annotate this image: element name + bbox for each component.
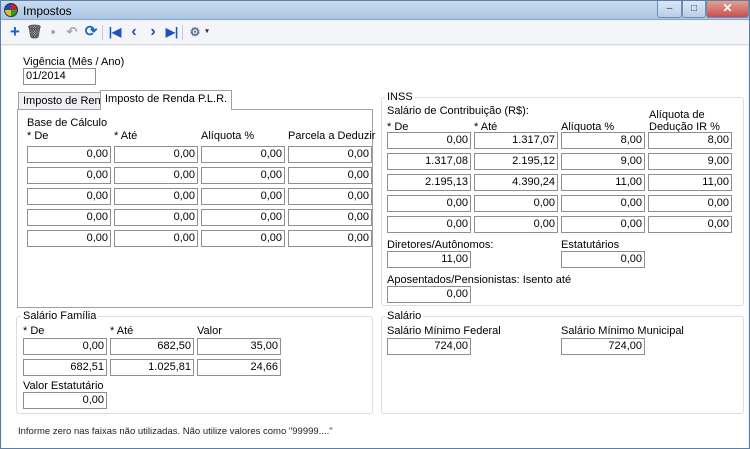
vigencia-label: Vigência (Mês / Ano)	[23, 56, 125, 68]
grid-cell-input[interactable]: 8,00	[648, 132, 732, 149]
inss-col-aliquota-de: Alíquota de	[649, 109, 705, 121]
previous-icon[interactable]: ‹	[126, 24, 142, 40]
title-bar[interactable]: Impostos ‒ □ ✕	[1, 1, 749, 20]
grid-cell-input[interactable]: 0,00	[288, 146, 372, 163]
diretores-input[interactable]: 11,00	[387, 251, 471, 268]
grid-cell-input[interactable]: 0,00	[201, 209, 285, 226]
sf-col-valor: Valor	[197, 325, 222, 337]
grid-cell-input[interactable]: 682,51	[23, 359, 107, 376]
grid-cell-input[interactable]: 9,00	[561, 153, 645, 170]
grid-cell-input[interactable]: 0,00	[23, 338, 107, 355]
grid-cell-input[interactable]: 0,00	[474, 195, 558, 212]
minimize-button[interactable]: ‒	[657, 1, 682, 18]
toolbar-separator	[182, 25, 183, 40]
grid-cell-input[interactable]: 0,00	[27, 209, 111, 226]
grid-cell-input[interactable]: 0,00	[114, 209, 198, 226]
grid-cell-input[interactable]: 2.195,13	[387, 174, 471, 191]
estatutarios-input[interactable]: 0,00	[561, 251, 645, 268]
inss-title: INSS	[385, 91, 415, 103]
grid-cell-input[interactable]: 0,00	[288, 167, 372, 184]
grid-cell-input[interactable]: 0,00	[201, 146, 285, 163]
toolbar-separator	[102, 25, 103, 40]
grid-cell-input[interactable]: 0,00	[27, 188, 111, 205]
grid-cell-input[interactable]: 8,00	[561, 132, 645, 149]
app-icon	[4, 3, 18, 17]
last-record-icon[interactable]: ▶|	[164, 24, 180, 40]
next-icon[interactable]: ›	[145, 24, 161, 40]
valor-estatutario-input[interactable]: 0,00	[23, 392, 107, 409]
grid-cell-input[interactable]: 0,00	[27, 167, 111, 184]
close-button[interactable]: ✕	[706, 1, 749, 18]
grid-cell-input[interactable]: 0,00	[387, 132, 471, 149]
impostos-window: Impostos ‒ □ ✕ + 🗑 ▪ ↶ ⟳ |◀ ‹ › ▶| ⚙ ▾ V…	[0, 0, 750, 449]
grid-cell-input[interactable]: 0,00	[288, 230, 372, 247]
save-icon[interactable]: ▪	[45, 24, 61, 40]
col-header-parcela: Parcela a Deduzir	[288, 130, 376, 142]
tab-panel: Base de Cálculo * De * Até Alíquota % Pa…	[17, 109, 376, 308]
grid-cell-input[interactable]: 0,00	[114, 188, 198, 205]
aposentados-label: Aposentados/Pensionistas: Isento até	[387, 274, 572, 286]
grid-cell-input[interactable]: 0,00	[114, 230, 198, 247]
grid-cell-input[interactable]: 0,00	[201, 167, 285, 184]
grid-cell-input[interactable]: 0,00	[114, 146, 198, 163]
grid-cell-input[interactable]: 2.195,12	[474, 153, 558, 170]
col-header-de: * De	[27, 130, 49, 142]
grid-cell-input[interactable]: 11,00	[561, 174, 645, 191]
trash-icon[interactable]: 🗑	[26, 24, 43, 40]
grid-cell-input[interactable]: 0,00	[27, 230, 111, 247]
add-icon[interactable]: +	[7, 23, 23, 40]
salario-federal-input[interactable]: 724,00	[387, 338, 471, 355]
salario-municipal-input[interactable]: 724,00	[561, 338, 645, 355]
grid-cell-input[interactable]: 0,00	[648, 216, 732, 233]
grid-cell-input[interactable]: 1.317,08	[387, 153, 471, 170]
grid-cell-input[interactable]: 0,00	[201, 188, 285, 205]
vigencia-input[interactable]: 01/2014	[23, 68, 96, 85]
sf-col-ate: * Até	[110, 325, 134, 337]
grid-cell-input[interactable]: 0,00	[288, 209, 372, 226]
grid-cell-input[interactable]: 0,00	[648, 195, 732, 212]
grid-cell-input[interactable]: 0,00	[561, 195, 645, 212]
estatutarios-label: Estatutários	[561, 239, 620, 251]
grid-cell-input[interactable]: 0,00	[201, 230, 285, 247]
salario-municipal-label: Salário Mínimo Municipal	[561, 325, 684, 337]
grid-cell-input[interactable]: 0,00	[114, 167, 198, 184]
salario-familia-title: Salário Família	[21, 310, 99, 322]
grid-cell-input[interactable]: 1.025,81	[110, 359, 194, 376]
footer-note: Informe zero nas faixas não utilizadas. …	[18, 426, 333, 437]
tab-imposto-de-renda-plr[interactable]: Imposto de Renda P.L.R.	[100, 90, 233, 110]
first-record-icon[interactable]: |◀	[107, 24, 123, 40]
chevron-down-icon[interactable]: ▾	[203, 24, 211, 40]
toolbar: + 🗑 ▪ ↶ ⟳ |◀ ‹ › ▶| ⚙ ▾	[1, 21, 749, 45]
tools-icon[interactable]: ⚙	[187, 24, 203, 40]
grid-cell-input[interactable]: 24,66	[197, 359, 281, 376]
grid-cell-input[interactable]: 0,00	[474, 216, 558, 233]
grid-cell-input[interactable]: 35,00	[197, 338, 281, 355]
grid-cell-input[interactable]: 682,50	[110, 338, 194, 355]
diretores-label: Diretores/Autônomos:	[387, 239, 494, 251]
inss-subtitle: Salário de Contribuição (R$):	[387, 105, 529, 117]
grid-cell-input[interactable]: 11,00	[648, 174, 732, 191]
grid-cell-input[interactable]: 1.317,07	[474, 132, 558, 149]
grid-cell-input[interactable]: 0,00	[288, 188, 372, 205]
grid-cell-input[interactable]: 4.390,24	[474, 174, 558, 191]
grid-cell-input[interactable]: 9,00	[648, 153, 732, 170]
form-content: Vigência (Mês / Ano) 01/2014 Imposto de …	[2, 46, 748, 448]
window-title: Impostos	[23, 4, 72, 18]
maximize-button[interactable]: □	[682, 1, 706, 18]
grid-cell-input[interactable]: 0,00	[387, 216, 471, 233]
sf-col-de: * De	[23, 325, 45, 337]
valor-estatutario-label: Valor Estatutário	[23, 380, 104, 392]
base-calculo-title: Base de Cálculo	[27, 117, 108, 129]
grid-cell-input[interactable]: 0,00	[561, 216, 645, 233]
grid-cell-input[interactable]: 0,00	[27, 146, 111, 163]
col-header-ate: * Até	[114, 130, 138, 142]
refresh-icon[interactable]: ⟳	[83, 24, 99, 40]
salario-title: Salário	[385, 310, 424, 322]
col-header-aliquota: Alíquota %	[201, 130, 255, 142]
salario-federal-label: Salário Mínimo Federal	[387, 325, 501, 337]
undo-icon[interactable]: ↶	[64, 24, 80, 40]
grid-cell-input[interactable]: 0,00	[387, 195, 471, 212]
aposentados-input[interactable]: 0,00	[387, 286, 471, 303]
